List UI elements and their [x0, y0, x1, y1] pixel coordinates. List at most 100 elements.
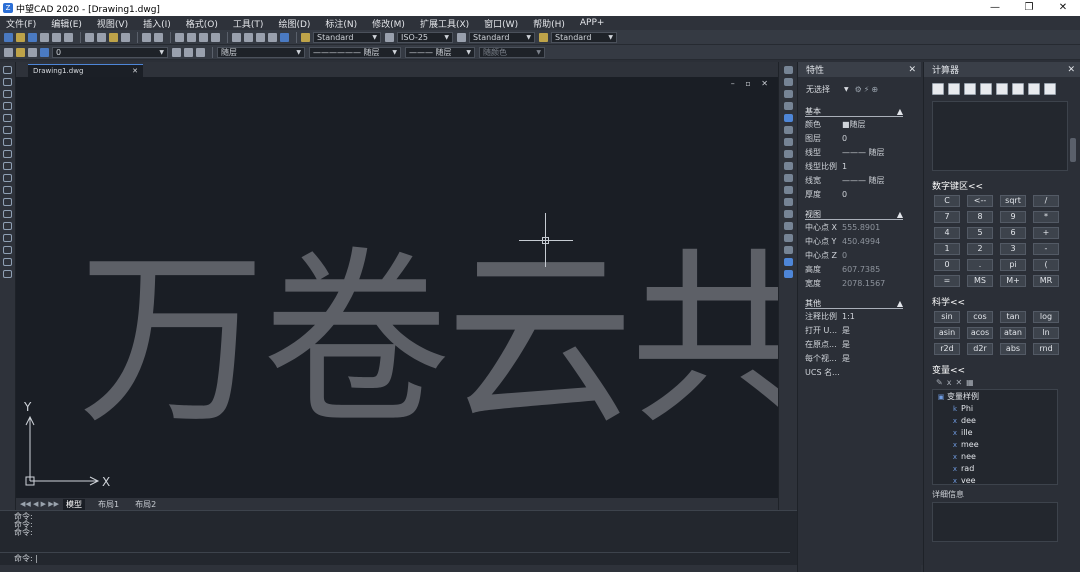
close-icon[interactable]: ✕: [908, 65, 916, 75]
fillet-icon[interactable]: [784, 234, 793, 242]
rotate-icon[interactable]: [784, 138, 793, 146]
scrollbar-thumb[interactable]: [1070, 138, 1076, 162]
extend-icon[interactable]: [784, 186, 793, 194]
history-icon[interactable]: [948, 83, 960, 95]
lineweight-select[interactable]: ——— 随层 ▼: [405, 46, 475, 58]
property-row[interactable]: 线宽 ——— 随层: [798, 173, 921, 187]
tree-folder[interactable]: ▣ 变量样例: [933, 391, 1057, 403]
calc-key[interactable]: (: [1033, 259, 1059, 271]
variables-title[interactable]: 变量<<: [924, 363, 1080, 376]
help-icon[interactable]: [280, 32, 289, 42]
cut-icon[interactable]: [85, 32, 94, 42]
table-icon[interactable]: [3, 258, 12, 266]
calc-key[interactable]: 5: [967, 227, 993, 239]
property-row[interactable]: 在原点... 是: [798, 337, 921, 351]
chamfer-icon[interactable]: [784, 222, 793, 230]
calc-key[interactable]: 3: [1000, 243, 1026, 255]
command-input[interactable]: 命令: |: [0, 552, 790, 563]
calc-key[interactable]: acos: [967, 327, 993, 339]
menu-tools[interactable]: 工具(T): [233, 17, 264, 30]
insert-block-icon[interactable]: [3, 198, 12, 206]
calc-key[interactable]: sqrt: [1000, 195, 1026, 207]
list-item[interactable]: x ille: [933, 427, 1057, 439]
calc-key[interactable]: MS: [967, 275, 993, 287]
property-row[interactable]: 图层 0: [798, 131, 921, 145]
calc-key[interactable]: pi: [1000, 259, 1026, 271]
calc-key[interactable]: 4: [934, 227, 960, 239]
property-row[interactable]: 注释比例 1:1: [798, 309, 921, 323]
menu-file[interactable]: 文件(F): [6, 17, 36, 30]
calc-key[interactable]: log: [1033, 311, 1059, 323]
calc-key[interactable]: 9: [1000, 211, 1026, 223]
property-row[interactable]: 打开 U... 是: [798, 323, 921, 337]
calc-key[interactable]: 0: [934, 259, 960, 271]
list-item[interactable]: k Phi: [933, 403, 1057, 415]
property-row[interactable]: 线型 ——— 随层: [798, 145, 921, 159]
calc-key[interactable]: /: [1033, 195, 1059, 207]
calc-key[interactable]: sin: [934, 311, 960, 323]
calc-key[interactable]: atan: [1000, 327, 1026, 339]
open-file-icon[interactable]: [16, 32, 25, 42]
calc-key[interactable]: +: [1033, 227, 1059, 239]
ellipse-icon[interactable]: [3, 174, 12, 182]
tool-palette-icon[interactable]: [256, 32, 265, 42]
new-file-icon[interactable]: [4, 32, 13, 42]
calc-key[interactable]: <--: [967, 195, 993, 207]
maximize-button[interactable]: ❐: [1012, 0, 1046, 16]
list-item[interactable]: x mee: [933, 439, 1057, 451]
angle-icon[interactable]: [1012, 83, 1024, 95]
calc-key[interactable]: *: [1033, 211, 1059, 223]
calc-key[interactable]: 2: [967, 243, 993, 255]
menu-dimension[interactable]: 标注(N): [325, 17, 357, 30]
multileader-style-select[interactable]: Standard ▼: [551, 31, 617, 43]
property-row[interactable]: 线型比例 1: [798, 159, 921, 173]
layer-freeze-icon[interactable]: [40, 47, 49, 57]
calc-key[interactable]: .: [967, 259, 993, 271]
menu-help[interactable]: 帮助(H): [533, 17, 565, 30]
layer-select[interactable]: 0 ▼: [52, 46, 168, 58]
tab-drawing1[interactable]: Drawing1.dwg ✕: [28, 64, 143, 77]
menu-view[interactable]: 视图(V): [97, 17, 128, 30]
undo-icon[interactable]: [142, 32, 151, 42]
help-icon[interactable]: [1044, 83, 1056, 95]
properties-icon[interactable]: [232, 32, 241, 42]
layer-lock-icon[interactable]: [28, 47, 37, 57]
menu-edit[interactable]: 编辑(E): [51, 17, 82, 30]
explode-icon[interactable]: [784, 246, 793, 254]
drawing-canvas[interactable]: – ▫ ✕ 万卷云共享 Y X: [16, 77, 778, 498]
property-row[interactable]: 中心点 X 555.8901: [798, 220, 921, 234]
zoom-previous-icon[interactable]: [211, 32, 220, 42]
calc-key[interactable]: cos: [967, 311, 993, 323]
break-icon[interactable]: [784, 198, 793, 206]
polyline-icon[interactable]: [3, 90, 12, 98]
calculator-display[interactable]: [932, 101, 1068, 171]
object-snap-icon[interactable]: [784, 270, 793, 278]
plotstyle-select[interactable]: 随颜色 ▼: [479, 46, 545, 58]
calc-key[interactable]: M+: [1000, 275, 1026, 287]
copy-icon[interactable]: [97, 32, 106, 42]
menu-draw[interactable]: 绘图(D): [278, 17, 310, 30]
zoom-window-icon[interactable]: [199, 32, 208, 42]
list-item[interactable]: x vee: [933, 475, 1057, 487]
tab-model[interactable]: 模型: [62, 498, 85, 510]
redo-icon[interactable]: [154, 32, 163, 42]
array-icon[interactable]: [784, 114, 793, 122]
calc-key[interactable]: ln: [1033, 327, 1059, 339]
spline-icon[interactable]: [3, 162, 12, 170]
calc-key[interactable]: r2d: [934, 343, 960, 355]
calc-key[interactable]: C: [934, 195, 960, 207]
calc-key[interactable]: -: [1033, 243, 1059, 255]
menu-insert[interactable]: 插入(I): [143, 17, 171, 30]
make-current-layer-icon[interactable]: [172, 47, 181, 57]
save-icon[interactable]: [28, 32, 37, 42]
property-row[interactable]: 中心点 Z 0: [798, 248, 921, 262]
point-icon[interactable]: [3, 222, 12, 230]
property-row[interactable]: 厚度 0: [798, 187, 921, 201]
calc-key[interactable]: tan: [1000, 311, 1026, 323]
multiline-text-icon[interactable]: [3, 270, 12, 278]
menu-extend-tools[interactable]: 扩展工具(X): [420, 17, 469, 30]
scale-icon[interactable]: [784, 150, 793, 158]
calc-key[interactable]: 6: [1000, 227, 1026, 239]
menu-app-plus[interactable]: APP+: [580, 18, 605, 28]
publish-icon[interactable]: [64, 32, 73, 42]
